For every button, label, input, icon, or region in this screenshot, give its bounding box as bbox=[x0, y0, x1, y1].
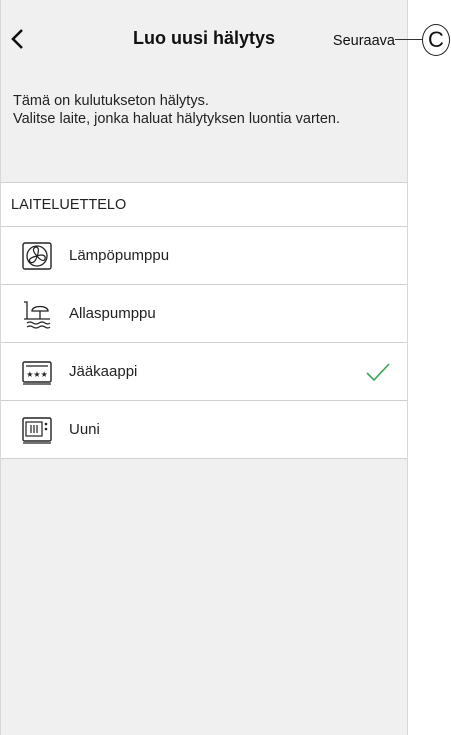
next-button[interactable]: Seuraava bbox=[333, 33, 395, 49]
list-item-pool-pump[interactable]: Allaspumppu bbox=[1, 285, 407, 343]
app-screen: Luo uusi hälytys Seuraava Tämä on kulutu… bbox=[0, 0, 408, 735]
description: Tämä on kulutukseton hälytys. Valitse la… bbox=[13, 92, 340, 128]
device-list-header: LAITELUETTELO bbox=[1, 183, 407, 227]
header: Luo uusi hälytys Seuraava bbox=[1, 0, 407, 75]
description-line-1: Tämä on kulutukseton hälytys. bbox=[13, 93, 209, 109]
list-item-label: Lämpöpumppu bbox=[69, 247, 170, 264]
description-line-2: Valitse laite, jonka haluat hälytyksen l… bbox=[13, 111, 340, 127]
callout-line bbox=[395, 39, 423, 40]
list-item-fridge[interactable]: ★★★ Jääkaappi bbox=[1, 343, 407, 401]
heat-pump-icon bbox=[22, 242, 52, 270]
list-item-heat-pump[interactable]: Lämpöpumppu bbox=[1, 227, 407, 285]
list-item-label: Jääkaappi bbox=[69, 363, 138, 380]
oven-icon bbox=[22, 417, 52, 444]
pool-pump-icon bbox=[24, 301, 51, 329]
fridge-icon: ★★★ bbox=[22, 361, 52, 385]
list-item-label: Uuni bbox=[69, 421, 100, 438]
list-item-oven[interactable]: Uuni bbox=[1, 401, 407, 459]
callout-label: C bbox=[422, 24, 450, 56]
checkmark-icon bbox=[366, 363, 390, 382]
svg-text:★★★: ★★★ bbox=[26, 370, 48, 379]
device-list: LAITELUETTELO Lämpöpumppu Allaspumppu ★★… bbox=[1, 182, 407, 459]
list-item-label: Allaspumppu bbox=[69, 305, 156, 322]
